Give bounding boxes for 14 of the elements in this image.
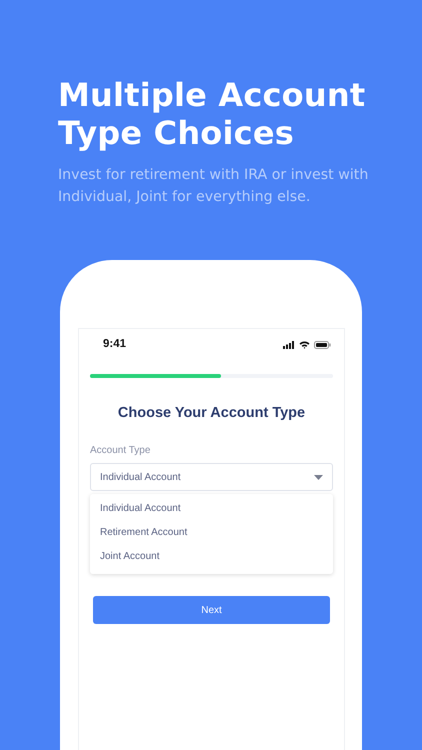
subtitle: Invest for retirement with IRA or invest with Individual, Joint for everything else. xyxy=(58,166,370,207)
caret-icon xyxy=(314,474,323,480)
headline: Multiple Account Type Choices xyxy=(58,76,366,152)
dropdown-option[interactable]: Individual Account xyxy=(90,497,333,522)
signal-icon xyxy=(283,341,295,349)
dropdown-option[interactable]: Retirement Account xyxy=(90,521,333,546)
screen-title: Choose Your Account Type xyxy=(116,405,306,422)
next-button[interactable]: Next xyxy=(93,596,330,624)
account-type-select[interactable]: Individual Account xyxy=(90,463,333,492)
wifi-icon xyxy=(299,341,310,349)
battery-icon xyxy=(314,341,331,349)
field-label: Account Type xyxy=(90,444,152,458)
status-time: 9:41 xyxy=(103,337,126,352)
dropdown-option[interactable]: Joint Account xyxy=(90,545,333,570)
